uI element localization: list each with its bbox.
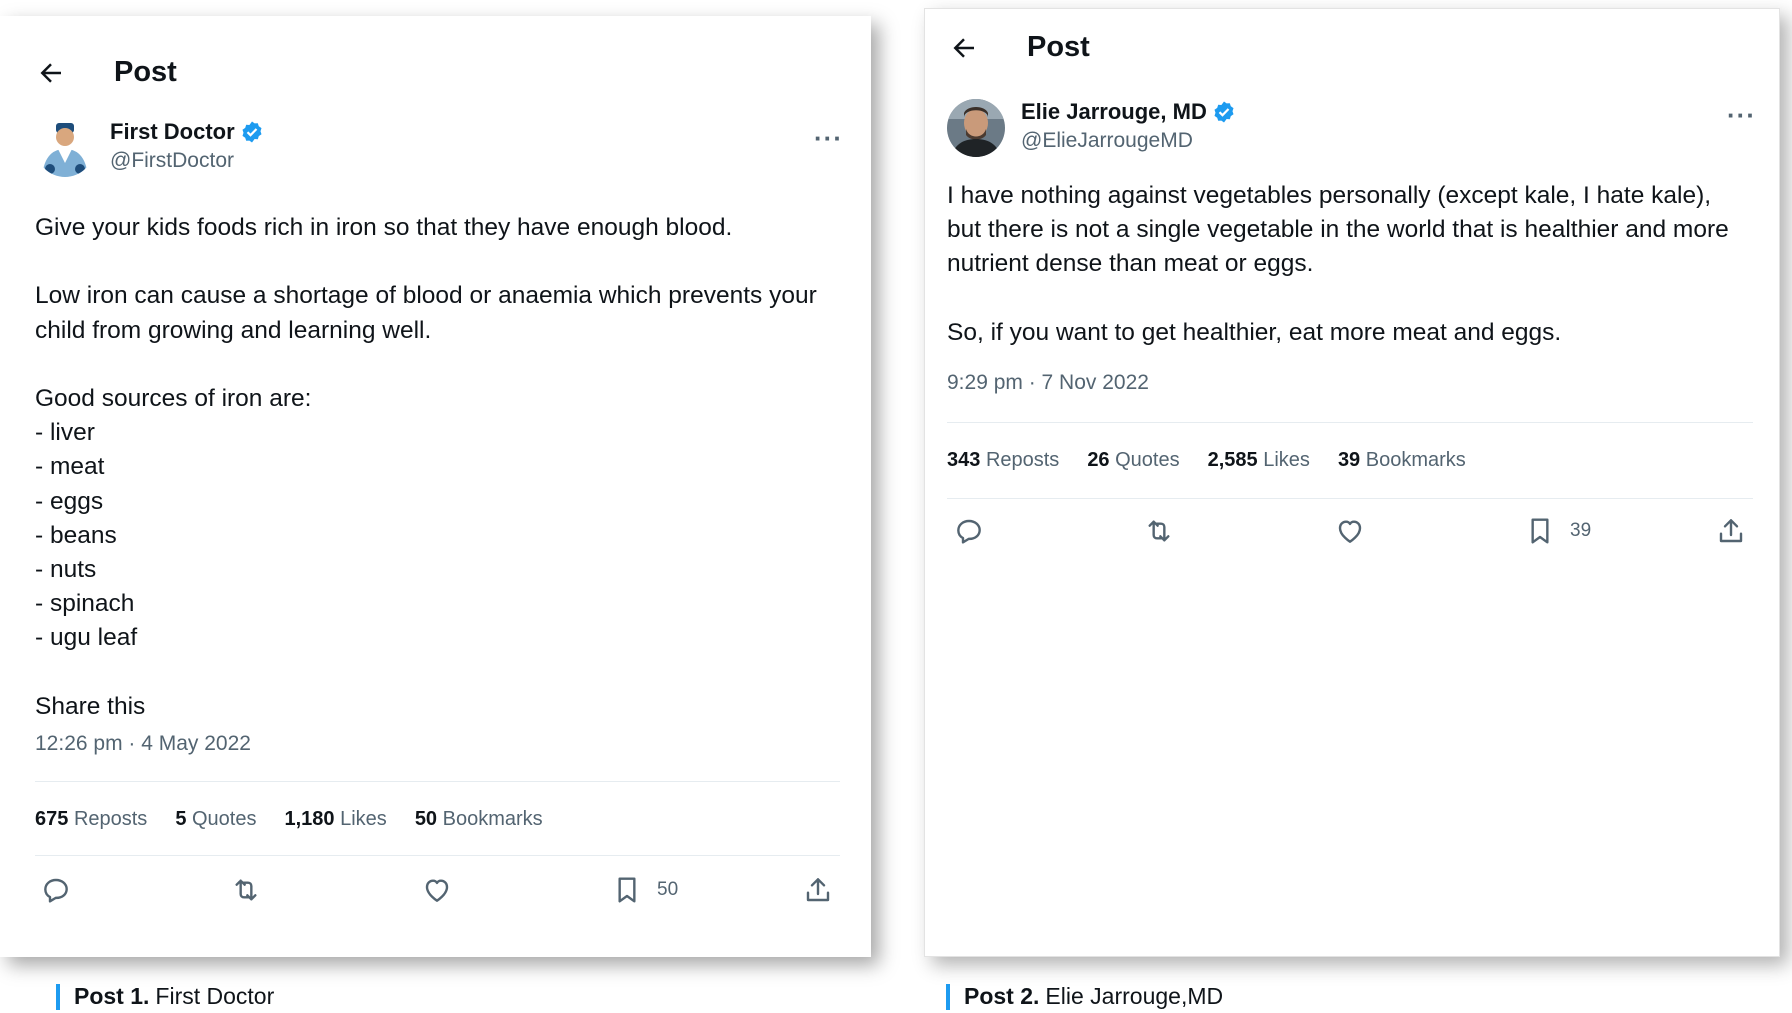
caption-accent-bar bbox=[946, 983, 950, 1010]
share-icon bbox=[806, 878, 830, 902]
author-name[interactable]: Elie Jarrouge, MD bbox=[1021, 99, 1207, 125]
bookmark-button[interactable]: 39 bbox=[1524, 515, 1591, 547]
share-button[interactable] bbox=[1715, 515, 1747, 547]
text-line: Good sources of iron are: bbox=[35, 384, 312, 412]
reposts-stat[interactable]: 343 Reposts bbox=[947, 449, 1059, 472]
text-line: So, if you want to get healthier, eat mo… bbox=[947, 318, 1562, 346]
text-line: - liver bbox=[35, 419, 95, 447]
stats-row: 675 Reposts 5 Quotes 1,180 Likes 50 Book… bbox=[35, 808, 571, 831]
post-text: Give your kids foods rich in iron so tha… bbox=[35, 211, 817, 724]
text-line: - eggs bbox=[35, 487, 104, 515]
author-name[interactable]: First Doctor bbox=[110, 119, 235, 145]
text-line: - nuts bbox=[35, 556, 97, 583]
repost-icon bbox=[1148, 520, 1170, 542]
bookmark-icon bbox=[1531, 518, 1549, 544]
bookmarks-stat[interactable]: 39 Bookmarks bbox=[1338, 449, 1466, 472]
avatar[interactable] bbox=[947, 99, 1005, 157]
text-line: I have nothing against vegetables person… bbox=[947, 182, 1712, 209]
share-icon bbox=[1719, 519, 1743, 543]
caption-text: First Doctor bbox=[155, 983, 275, 1009]
like-button[interactable] bbox=[1334, 515, 1366, 547]
back-arrow-icon[interactable] bbox=[36, 58, 66, 88]
more-options-icon[interactable]: ··· bbox=[1727, 100, 1756, 131]
post-timestamp[interactable]: 9:29 pm · 7 Nov 2022 bbox=[947, 371, 1149, 395]
bookmark-count: 50 bbox=[657, 879, 679, 900]
caption-post-1: Post 1. First Doctor bbox=[56, 983, 274, 1010]
like-button[interactable] bbox=[421, 874, 453, 906]
stats-row: 343 Reposts 26 Quotes 2,585 Likes 39 Boo… bbox=[947, 449, 1494, 472]
back-arrow-icon[interactable] bbox=[949, 33, 979, 63]
caption-text: Elie Jarrouge,MD bbox=[1045, 983, 1224, 1009]
bookmark-button[interactable]: 50 bbox=[611, 874, 678, 906]
author-block: First Doctor @FirstDoctor bbox=[36, 119, 264, 177]
header-title: Post bbox=[114, 56, 177, 88]
caption-label: Post 1. bbox=[74, 983, 150, 1009]
reply-icon bbox=[957, 519, 981, 544]
reply-button[interactable] bbox=[40, 874, 72, 906]
divider bbox=[35, 855, 840, 856]
bookmark-count: 39 bbox=[1570, 520, 1592, 541]
divider bbox=[35, 781, 840, 782]
bookmarks-stat[interactable]: 50 Bookmarks bbox=[415, 808, 543, 831]
likes-stat[interactable]: 1,180 Likes bbox=[284, 808, 386, 831]
reply-button[interactable] bbox=[953, 515, 985, 547]
text-line: Share this bbox=[35, 692, 146, 720]
repost-button[interactable] bbox=[230, 874, 262, 906]
text-line: nutrient dense than meat or eggs. bbox=[947, 250, 1314, 278]
text-line: - beans bbox=[35, 521, 117, 549]
post-header: Post bbox=[949, 31, 1090, 64]
divider bbox=[947, 498, 1753, 499]
text-line: Low iron can cause a shortage of blood o… bbox=[35, 282, 817, 310]
caption-post-2: Post 2. Elie Jarrouge,MD bbox=[946, 983, 1223, 1010]
likes-stat[interactable]: 2,585 Likes bbox=[1208, 449, 1310, 472]
post-card-1: Post First Doctor @FirstDoctor ··· Give … bbox=[0, 16, 871, 957]
text-line: but there is not a single vegetable in t… bbox=[947, 216, 1729, 244]
header-title: Post bbox=[1027, 31, 1090, 63]
post-card-2: Post Elie Jarrouge, MD @ElieJarrougeMD ·… bbox=[924, 8, 1780, 957]
caption-label: Post 2. bbox=[964, 983, 1040, 1009]
author-block: Elie Jarrouge, MD @ElieJarrougeMD bbox=[947, 99, 1236, 157]
divider bbox=[947, 422, 1753, 423]
author-handle[interactable]: @FirstDoctor bbox=[110, 149, 264, 173]
text-line: - ugu leaf bbox=[35, 624, 138, 652]
reply-icon bbox=[44, 878, 68, 903]
post-header: Post bbox=[36, 56, 177, 89]
repost-button[interactable] bbox=[1143, 515, 1175, 547]
author-handle[interactable]: @ElieJarrougeMD bbox=[1021, 129, 1236, 153]
like-icon bbox=[425, 879, 449, 902]
more-options-icon[interactable]: ··· bbox=[814, 123, 843, 154]
share-button[interactable] bbox=[802, 874, 834, 906]
text-line: - spinach bbox=[35, 590, 135, 618]
quotes-stat[interactable]: 26 Quotes bbox=[1087, 449, 1179, 472]
quotes-stat[interactable]: 5 Quotes bbox=[175, 808, 256, 831]
repost-icon bbox=[235, 879, 257, 901]
verified-badge-icon bbox=[242, 121, 262, 143]
text-line: child from growing and learning well. bbox=[35, 316, 432, 344]
post-timestamp[interactable]: 12:26 pm · 4 May 2022 bbox=[35, 732, 251, 756]
text-line: - meat bbox=[35, 453, 105, 481]
avatar[interactable] bbox=[36, 119, 94, 177]
caption-accent-bar bbox=[56, 983, 60, 1010]
bookmark-icon bbox=[618, 877, 636, 903]
reposts-stat[interactable]: 675 Reposts bbox=[35, 808, 147, 831]
post-text: I have nothing against vegetables person… bbox=[947, 179, 1729, 350]
text-line: Give your kids foods rich in iron so tha… bbox=[35, 214, 733, 241]
verified-badge-icon bbox=[1214, 101, 1234, 123]
like-icon bbox=[1338, 520, 1362, 543]
